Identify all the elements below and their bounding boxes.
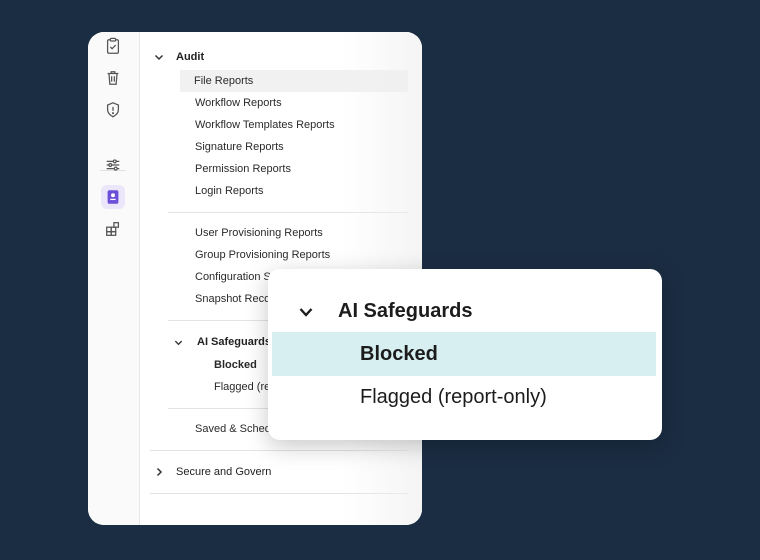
ai-safeguards-section-header[interactable]: AI Safeguards <box>174 336 271 348</box>
audit-section-label: Audit <box>176 51 205 63</box>
popup-item-blocked[interactable]: Blocked <box>272 332 656 376</box>
chevron-down-icon <box>154 54 164 61</box>
nav-divider <box>150 450 408 451</box>
nav-item-permission-reports[interactable]: Permission Reports <box>195 158 291 180</box>
nav-item-login-reports[interactable]: Login Reports <box>195 180 264 202</box>
apps-add-icon[interactable] <box>103 219 123 239</box>
chevron-down-icon <box>299 307 313 317</box>
nav-item-workflow-reports[interactable]: Workflow Reports <box>195 92 282 114</box>
audit-section-header[interactable]: Audit <box>154 51 204 63</box>
popup-section-header[interactable]: AI Safeguards <box>298 300 472 323</box>
nav-item-group-provisioning-reports[interactable]: Group Provisioning Reports <box>195 244 330 266</box>
popup-item-flagged[interactable]: Flagged (report-only) <box>272 375 656 419</box>
nav-divider <box>168 212 408 213</box>
nav-item-snapshot[interactable]: Snapshot Reco <box>195 288 270 310</box>
sliders-icon[interactable] <box>103 155 123 175</box>
report-icon[interactable] <box>103 187 123 207</box>
nav-item-signature-reports[interactable]: Signature Reports <box>195 136 284 158</box>
nav-item-file-reports[interactable]: File Reports <box>180 70 408 92</box>
popup-title: AI Safeguards <box>338 300 473 322</box>
secure-govern-label: Secure and Govern <box>176 466 272 478</box>
nav-item-flagged[interactable]: Flagged (re <box>214 376 270 398</box>
chevron-down-icon <box>174 340 183 345</box>
nav-item-user-provisioning-reports[interactable]: User Provisioning Reports <box>195 222 323 244</box>
chevron-right-icon <box>156 467 163 477</box>
icon-rail <box>88 32 140 525</box>
nav-item-configuration[interactable]: Configuration S <box>195 266 271 288</box>
nav-divider <box>150 493 408 494</box>
nav-item-blocked[interactable]: Blocked <box>214 354 257 376</box>
secure-govern-section-header[interactable]: Secure and Govern <box>154 466 271 478</box>
nav-item-saved-scheduled[interactable]: Saved & Schedu <box>195 418 277 440</box>
ai-safeguards-zoom-callout: AI Safeguards Blocked Flagged (report-on… <box>268 269 662 440</box>
trash-icon[interactable] <box>103 68 123 88</box>
clipboard-check-icon[interactable] <box>103 36 123 56</box>
ai-safeguards-label: AI Safeguards <box>197 336 271 348</box>
nav-item-workflow-templates-reports[interactable]: Workflow Templates Reports <box>195 114 335 136</box>
shield-alert-icon[interactable] <box>103 100 123 120</box>
